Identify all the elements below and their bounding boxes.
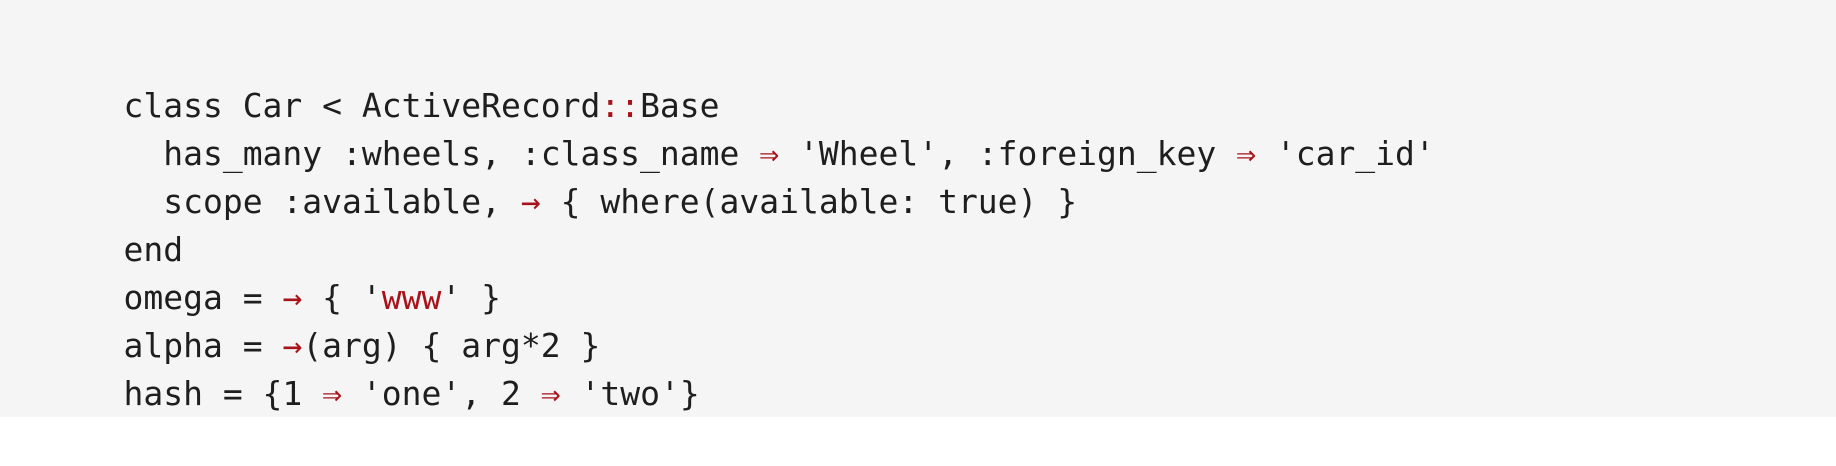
- code-token: alpha =: [123, 326, 283, 365]
- code-token: 'Wheel', :foreign_key: [779, 134, 1237, 173]
- code-token: 'car_id': [1255, 134, 1435, 173]
- code-token: scope :available,: [123, 182, 521, 221]
- code-token: class Car < ActiveRecord: [123, 86, 601, 125]
- hash-rocket-operator: ⇒: [540, 374, 561, 413]
- string-literal-highlight: www: [381, 278, 442, 317]
- code-token: ' }: [441, 278, 502, 317]
- code-token: 'one', 2: [342, 374, 541, 413]
- scope-resolution-operator: ::: [600, 86, 641, 125]
- code-token: { ': [302, 278, 382, 317]
- hash-rocket-operator: ⇒: [759, 134, 780, 173]
- code-token: omega =: [123, 278, 283, 317]
- hash-rocket-operator: ⇒: [1236, 134, 1256, 173]
- code-token: { where(available: true) }: [540, 182, 1078, 221]
- lambda-arrow-operator: →: [282, 278, 303, 317]
- code-line: class Car < ActiveRecord::Base: [44, 34, 1792, 125]
- code-block: class Car < ActiveRecord::Base has_many …: [0, 0, 1836, 417]
- hash-rocket-operator: ⇒: [322, 374, 343, 413]
- code-token: end: [123, 230, 184, 269]
- code-token: (arg) { arg*2 }: [302, 326, 601, 365]
- lambda-arrow-operator: →: [520, 182, 541, 221]
- code-token: has_many :wheels, :class_name: [123, 134, 760, 173]
- lambda-arrow-operator: →: [282, 326, 303, 365]
- code-token: hash = {1: [123, 374, 323, 413]
- code-line: omega = → { 'www' }: [44, 226, 1792, 317]
- code-token: 'two'}: [560, 374, 700, 413]
- code-token: Base: [640, 86, 720, 125]
